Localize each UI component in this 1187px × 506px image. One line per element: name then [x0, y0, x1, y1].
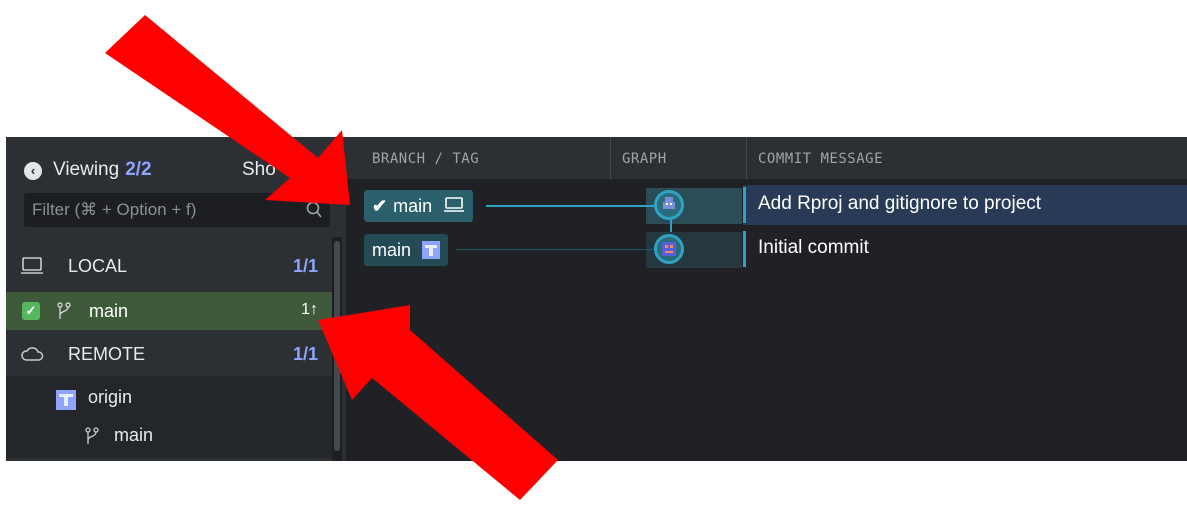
red-arrow-bottom	[318, 305, 558, 500]
red-arrow-top	[105, 15, 350, 205]
annotation-arrows	[105, 15, 558, 500]
